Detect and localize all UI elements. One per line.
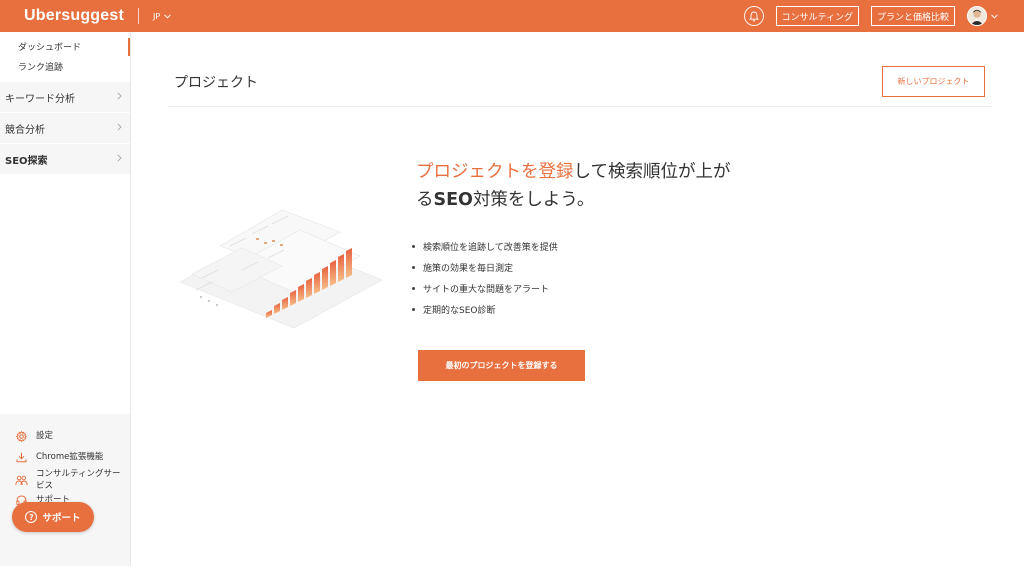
avatar[interactable] [967, 6, 987, 26]
bullet-dot [412, 245, 415, 248]
list-item: 施策の効果を毎日測定 [412, 257, 558, 278]
sidebar-section-label: 競合分析 [5, 124, 45, 136]
active-indicator [128, 38, 130, 56]
feature-text: 施策の効果を毎日測定 [423, 264, 514, 274]
feature-text: 定期的なSEO診断 [423, 306, 496, 316]
language-label: JP [153, 11, 161, 21]
bullet-dot [412, 287, 415, 290]
register-first-project-button[interactable]: 最初のプロジェクトを登録する [418, 350, 585, 381]
feature-text: 検索順位を追跡して改善策を提供 [423, 243, 558, 253]
chrome-extension-label: Chrome拡張機能 [36, 452, 104, 462]
brand-logo[interactable]: Ubersuggest [24, 7, 124, 25]
new-project-button[interactable]: 新しいプロジェクト [882, 66, 985, 97]
sidebar-settings[interactable]: 設定 [14, 430, 126, 442]
help-icon: ? [25, 511, 38, 523]
sidebar-consulting-service[interactable]: コンサルティングサービス [14, 468, 126, 492]
bullet-dot [412, 266, 415, 269]
sidebar-item-dashboard[interactable]: ダッシュボード [0, 36, 130, 56]
chevron-down-icon [991, 13, 998, 19]
sidebar-section-label: キーワード分析 [5, 93, 75, 105]
feature-list: 検索順位を追跡して改善策を提供 施策の効果を毎日測定 サイトの重大な問題をアラー… [412, 236, 558, 320]
chevron-right-icon [117, 123, 122, 131]
language-selector[interactable]: JP [153, 11, 172, 21]
download-icon [14, 452, 28, 463]
list-item: 検索順位を追跡して改善策を提供 [412, 236, 558, 257]
pricing-button[interactable]: プランと価格比較 [870, 6, 955, 26]
support-chat-button[interactable]: ? サポート [12, 502, 94, 532]
top-bar: Ubersuggest JP コンサルティング プランと価格比較 [0, 0, 1024, 32]
page-title: プロジェクト [174, 75, 258, 91]
brand-separator [138, 8, 139, 24]
hero-headline: プロジェクトを登録して検索順位が上がるSEO対策をしよう。 [416, 158, 746, 214]
bullet-dot [412, 308, 415, 311]
sidebar-section-label: SEO探索 [5, 155, 48, 167]
list-item: 定期的なSEO診断 [412, 299, 558, 320]
top-bar-actions: コンサルティング プランと価格比較 [743, 0, 1024, 32]
headline-accent: プロジェクトを登録 [416, 162, 574, 182]
list-item: サイトの重大な問題をアラート [412, 278, 558, 299]
bell-icon [748, 11, 759, 21]
chevron-down-icon [164, 13, 172, 19]
consulting-service-label: コンサルティングサービス [36, 469, 121, 491]
dashboard-illustration [172, 186, 392, 346]
user-avatar-icon [968, 7, 986, 25]
consulting-button[interactable]: コンサルティング [775, 6, 859, 26]
feature-text: サイトの重大な問題をアラート [423, 285, 550, 295]
headline-bold: SEO [433, 190, 473, 210]
sidebar-section-competitor-analysis[interactable]: 競合分析 [0, 113, 130, 144]
sidebar-section-keyword-analysis[interactable]: キーワード分析 [0, 82, 130, 113]
notifications-button[interactable] [743, 6, 764, 26]
title-divider [168, 106, 992, 107]
users-icon [14, 475, 28, 486]
chevron-right-icon [117, 92, 122, 100]
sidebar-chrome-extension[interactable]: Chrome拡張機能 [14, 451, 126, 463]
support-button-label: サポート [42, 513, 81, 524]
headline-part2: 対策をしよう。 [472, 190, 595, 210]
sidebar-item-rank-tracking[interactable]: ランク追跡 [0, 56, 130, 76]
gear-icon [14, 430, 28, 442]
settings-label: 設定 [36, 431, 54, 441]
chevron-right-icon [117, 154, 122, 162]
sidebar-section-seo-explore[interactable]: SEO探索 [0, 144, 130, 175]
account-menu-toggle[interactable] [991, 13, 998, 19]
